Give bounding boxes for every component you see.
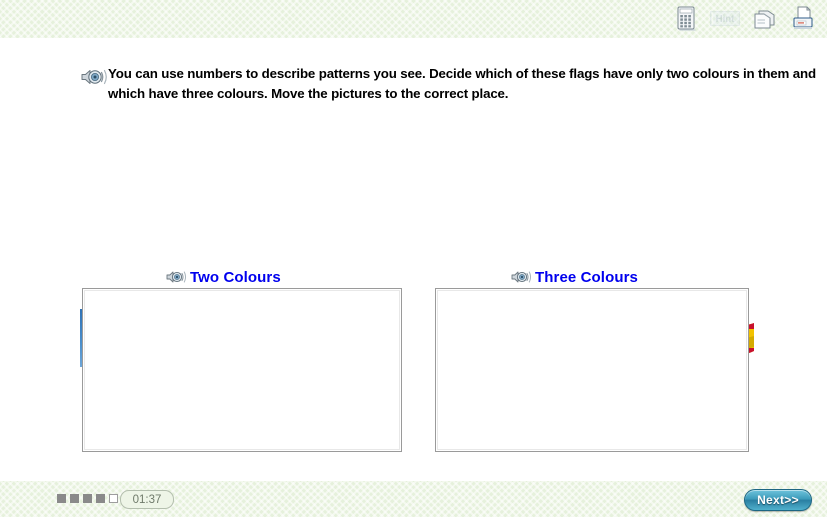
copy-icon[interactable] bbox=[749, 3, 779, 34]
progress-dot bbox=[96, 494, 105, 503]
next-button[interactable]: Next>> bbox=[744, 489, 812, 511]
dropzone-two-colours-label: Two Colours bbox=[190, 268, 281, 286]
instruction-text: You can use numbers to describe patterns… bbox=[108, 66, 816, 101]
dropzone-three-colours-header: Three Colours bbox=[511, 266, 638, 288]
progress-dot bbox=[70, 494, 79, 503]
speaker-icon[interactable] bbox=[166, 269, 187, 285]
next-button-label: Next>> bbox=[757, 493, 799, 507]
speaker-icon[interactable] bbox=[80, 67, 108, 87]
progress-dot bbox=[83, 494, 92, 503]
calculator-icon[interactable] bbox=[671, 3, 701, 34]
instruction-row: You can use numbers to describe patterns… bbox=[80, 64, 820, 104]
dropzone-two-colours[interactable] bbox=[82, 288, 402, 452]
speaker-icon[interactable] bbox=[511, 269, 532, 285]
timer-display: 01:37 bbox=[120, 490, 174, 509]
dropzone-three-colours[interactable] bbox=[435, 288, 749, 452]
dropzone-three-colours-label: Three Colours bbox=[535, 268, 638, 286]
flag-strip bbox=[0, 150, 827, 373]
header-toolbar: Hint bbox=[671, 3, 818, 34]
progress-dot bbox=[109, 494, 118, 503]
dropzone-two-colours-header: Two Colours bbox=[166, 266, 281, 288]
progress-dot bbox=[57, 494, 66, 503]
hint-icon: Hint bbox=[710, 3, 740, 34]
header-band: Hint bbox=[0, 0, 827, 39]
hint-label: Hint bbox=[716, 14, 736, 25]
print-icon[interactable] bbox=[788, 3, 818, 34]
